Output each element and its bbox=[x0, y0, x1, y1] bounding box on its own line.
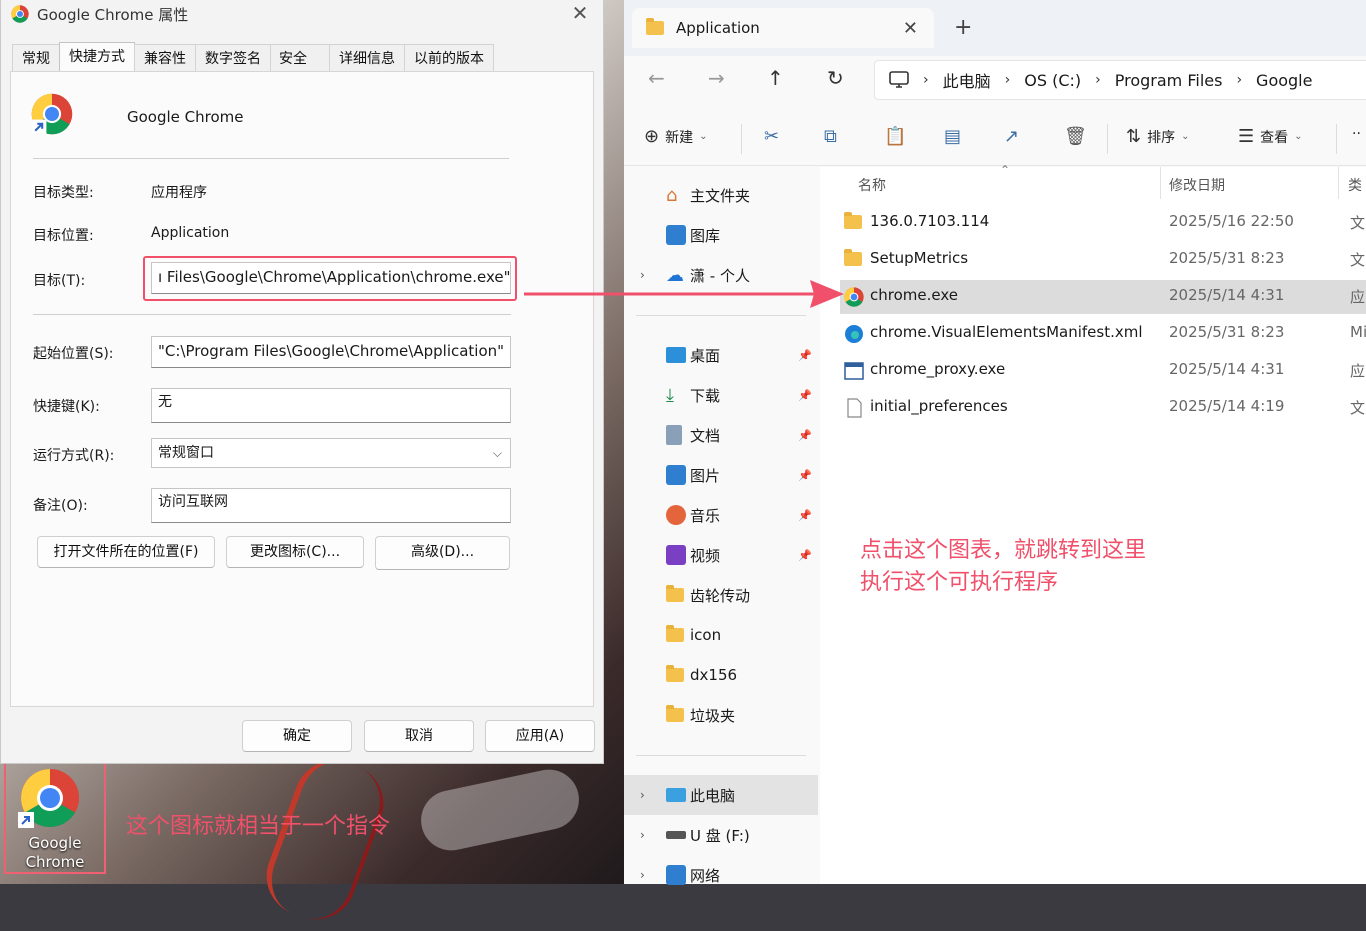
annotation-arrow bbox=[524, 280, 844, 308]
arrow-head bbox=[810, 280, 844, 308]
watermark: CSDN @潇-xiao bbox=[1180, 852, 1348, 877]
